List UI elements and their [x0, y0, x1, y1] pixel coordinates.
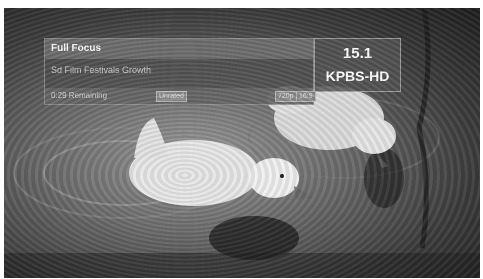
program-status-row: 0:29 Remaining Unrated 720p 16:9 — [45, 88, 316, 104]
duck-left — [129, 118, 316, 206]
program-title: Full Focus — [45, 39, 313, 59]
aspect-ratio-badge: 16:9 — [296, 91, 316, 102]
ripple-ring — [43, 140, 205, 206]
water-bottom-shade — [4, 253, 480, 278]
video-scene-ducks — [4, 8, 480, 278]
channel-name: KPBS-HD — [325, 68, 390, 84]
ripple-ring — [13, 127, 235, 219]
water-plant — [416, 8, 431, 249]
duck-right — [267, 86, 396, 168]
resolution-badge: 720p — [275, 91, 297, 102]
duck-reflection — [364, 148, 404, 208]
channel-number: 15.1 — [342, 45, 373, 62]
time-remaining: 0:29 Remaining — [51, 91, 108, 100]
video-frame: Full Focus Sd Film Festivals Growth 0:29… — [4, 8, 480, 278]
channel-info-box: 15.1 KPBS-HD — [314, 38, 401, 92]
program-info-panel: Full Focus Sd Film Festivals Growth 0:29… — [44, 38, 316, 105]
program-episode: Sd Film Festivals Growth — [51, 65, 152, 75]
duck-reflection — [209, 216, 299, 260]
rating-badge: Unrated — [156, 91, 187, 102]
ripple-ring — [248, 97, 440, 179]
